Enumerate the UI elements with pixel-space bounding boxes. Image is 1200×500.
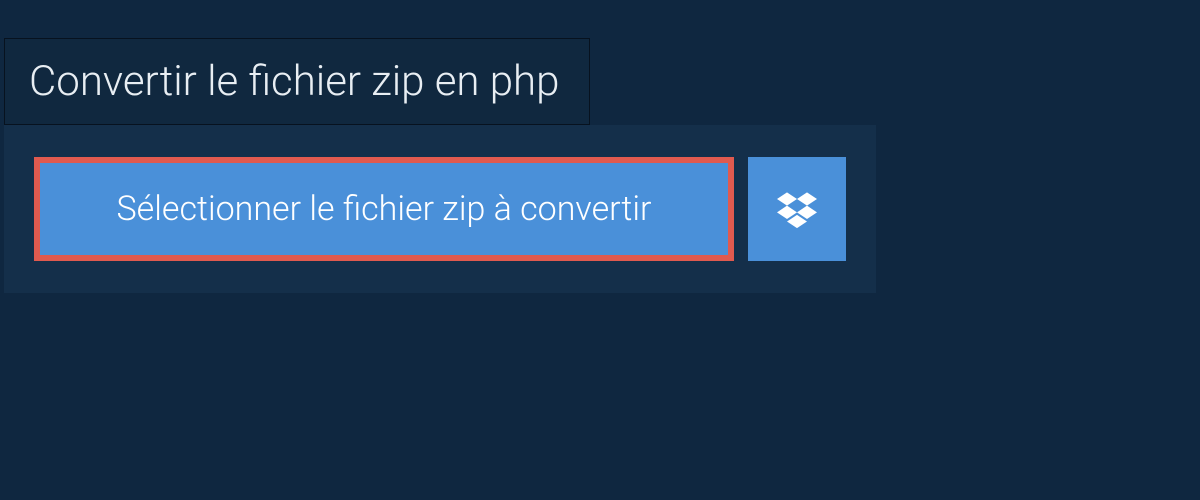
header-box: Convertir le fichier zip en php — [4, 38, 590, 125]
main-panel: Sélectionner le fichier zip à convertir — [4, 125, 876, 293]
dropbox-button[interactable] — [748, 157, 846, 261]
select-file-label: Sélectionner le fichier zip à convertir — [117, 189, 652, 229]
button-row: Sélectionner le fichier zip à convertir — [34, 157, 846, 261]
select-file-button[interactable]: Sélectionner le fichier zip à convertir — [34, 157, 734, 261]
dropbox-icon — [777, 189, 817, 229]
page-title: Convertir le fichier zip en php — [29, 57, 559, 106]
